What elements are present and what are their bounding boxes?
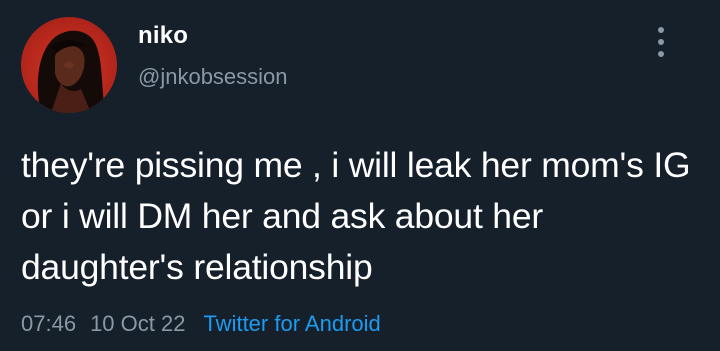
vertical-ellipsis-icon xyxy=(658,27,664,57)
author-avatar[interactable] xyxy=(21,17,117,113)
tweet-date: 10 Oct 22 xyxy=(90,311,186,336)
avatar-image xyxy=(37,30,105,113)
tweet-source-link[interactable]: Twitter for Android xyxy=(203,311,380,336)
tweet-card: niko @jnkobsession they're pissing me , … xyxy=(0,0,720,351)
author-handle[interactable]: @jnkobsession xyxy=(138,64,288,90)
more-options-button[interactable] xyxy=(648,22,674,66)
tweet-text: they're pissing me , i will leak her mom… xyxy=(21,145,691,287)
tweet-time: 07:46 xyxy=(21,311,77,336)
author-display-name[interactable]: niko xyxy=(138,22,188,50)
tweet-meta: 07:46 10 Oct 22 Twitter for Android xyxy=(21,311,381,337)
